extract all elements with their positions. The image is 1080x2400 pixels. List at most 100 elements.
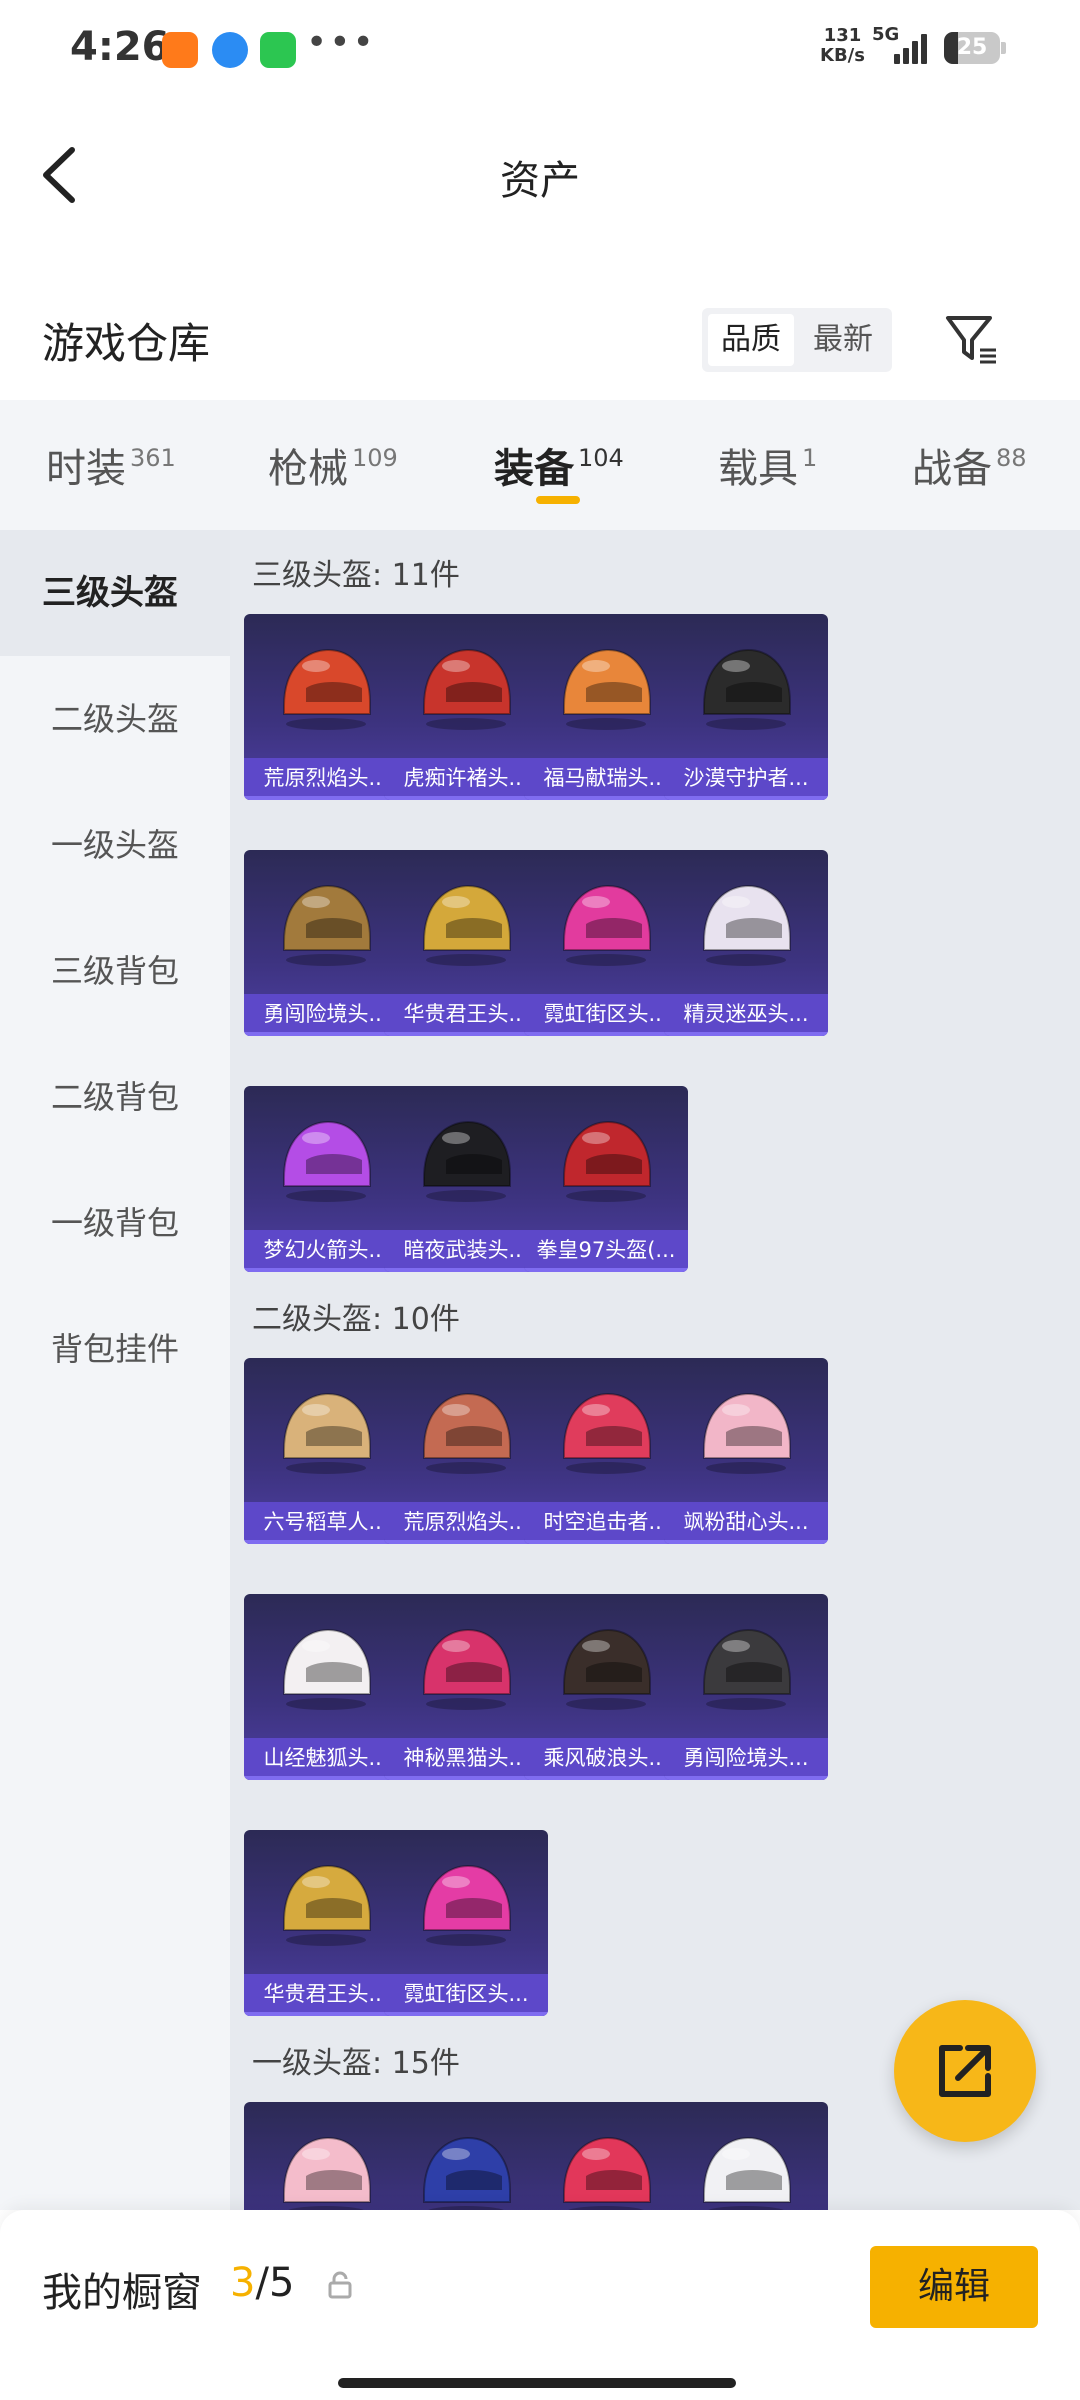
item-card[interactable]: 霓虹街区头... <box>384 1830 548 2016</box>
item-card[interactable] <box>664 2102 828 2210</box>
tab-equipment[interactable]: 装备 104 <box>494 436 624 494</box>
item-card-label: 霓虹街区头... <box>384 1974 548 2016</box>
item-card-label: 勇闯险境头... <box>664 1738 828 1780</box>
tab-label: 装备 <box>494 446 574 492</box>
network-speed-value: 131 <box>823 25 862 46</box>
item-card-accent <box>384 2012 548 2016</box>
item-card-label: 精灵迷巫头... <box>664 994 828 1036</box>
share-icon <box>939 2045 991 2097</box>
tab-count: 1 <box>802 444 818 472</box>
filter-button[interactable] <box>942 310 1002 370</box>
helmet-image <box>283 884 371 966</box>
share-button[interactable] <box>894 2000 1036 2142</box>
tab-label: 战备 <box>912 446 992 492</box>
item-card[interactable]: 精灵迷巫头... <box>664 850 828 1036</box>
item-card-label: 飒粉甜心头... <box>664 1502 828 1544</box>
item-card-accent <box>664 1540 828 1544</box>
warehouse-title: 游戏仓库 <box>42 319 211 368</box>
tab-label: 枪械 <box>268 446 348 492</box>
helmet-image <box>423 1864 511 1946</box>
item-card[interactable]: 勇闯险境头... <box>664 1594 828 1780</box>
helmet-image <box>703 1628 791 1710</box>
helmet-image <box>283 1392 371 1474</box>
showcase-count: 3/5 <box>230 2260 294 2306</box>
helmet-image <box>423 2136 511 2210</box>
helmet-image <box>423 884 511 966</box>
battery-text: 25 <box>956 35 988 60</box>
sort-toggle: 品质 最新 <box>702 308 892 372</box>
active-tab-indicator <box>536 496 580 504</box>
status-time: 4:26 <box>70 24 170 70</box>
showcase-count-current: 3 <box>230 2260 256 2306</box>
helmet-image <box>283 648 371 730</box>
item-card[interactable]: 沙漠守护者... <box>664 614 828 800</box>
warehouse-header: 游戏仓库 品质 最新 <box>0 280 1080 400</box>
helmet-image <box>283 2136 371 2210</box>
edit-showcase-button[interactable]: 编辑 <box>870 2246 1038 2328</box>
helmet-image <box>423 1392 511 1474</box>
helmet-image <box>283 1864 371 1946</box>
item-card-accent <box>664 796 828 800</box>
helmet-image <box>283 1120 371 1202</box>
sort-newest-button[interactable]: 最新 <box>800 314 886 366</box>
tab-count: 104 <box>578 444 624 472</box>
helmet-image <box>423 648 511 730</box>
section-title-level3-helmet: 三级头盔: 11件 <box>252 558 460 593</box>
helmet-image <box>703 884 791 966</box>
tab-count: 361 <box>130 444 176 472</box>
tab-label: 载具 <box>718 446 798 492</box>
category-tabs: 时装 361 枪械 109 装备 104 载具 1 战备 88 <box>0 400 1080 530</box>
sidebar-item-level1-helmet[interactable]: 一级头盔 <box>0 782 230 908</box>
helmet-image <box>563 2136 651 2210</box>
item-card-label: 拳皇97头盔(... <box>524 1230 688 1272</box>
page-title: 资产 <box>500 158 580 204</box>
section-title-level2-helmet: 二级头盔: 10件 <box>252 1302 460 1337</box>
showcase-count-total: 5 <box>268 2260 295 2306</box>
showcase-count-separator: / <box>255 2260 269 2306</box>
tab-firearms[interactable]: 枪械 109 <box>268 436 398 494</box>
sidebar-item-level3-helmet[interactable]: 三级头盔 <box>0 530 230 656</box>
filter-icon <box>946 316 996 364</box>
home-indicator[interactable] <box>338 2378 736 2388</box>
helmet-image <box>423 1120 511 1202</box>
app-header: 资产 <box>0 100 1080 250</box>
taobao-notification-icon <box>162 32 198 68</box>
helmet-image <box>703 1392 791 1474</box>
helmet-image <box>563 1628 651 1710</box>
item-card-accent <box>524 1268 688 1272</box>
sidebar: 三级头盔 二级头盔 一级头盔 三级背包 二级背包 一级背包 背包挂件 <box>0 530 230 2210</box>
battery-icon: 25 <box>944 32 1006 64</box>
sidebar-item-level1-backpack[interactable]: 一级背包 <box>0 1160 230 1286</box>
message-notification-icon <box>260 32 296 68</box>
helmet-image <box>563 1392 651 1474</box>
helmet-image <box>563 884 651 966</box>
item-card-accent <box>664 1032 828 1036</box>
network-speed: 131 KB/s <box>820 26 865 66</box>
tab-fashion[interactable]: 时装 361 <box>46 436 176 494</box>
tab-label: 时装 <box>46 446 126 492</box>
browser-notification-icon <box>212 32 248 68</box>
helmet-image <box>283 1628 371 1710</box>
sidebar-item-level3-backpack[interactable]: 三级背包 <box>0 908 230 1034</box>
sidebar-item-level2-backpack[interactable]: 二级背包 <box>0 1034 230 1160</box>
helmet-image <box>423 1628 511 1710</box>
helmet-image <box>563 648 651 730</box>
showcase-label: 我的橱窗 <box>42 2270 202 2316</box>
section-title-level1-helmet: 一级头盔: 15件 <box>252 2046 460 2081</box>
sidebar-item-level2-helmet[interactable]: 二级头盔 <box>0 656 230 782</box>
tab-vehicles[interactable]: 载具 1 <box>718 436 817 494</box>
status-bar: 4:26 ••• 131 KB/s 5G 25 <box>0 0 1080 100</box>
item-card-label: 沙漠守护者... <box>664 758 828 800</box>
tab-count: 88 <box>996 444 1027 472</box>
sidebar-item-backpack-charm[interactable]: 背包挂件 <box>0 1286 230 1412</box>
helmet-image <box>703 648 791 730</box>
tab-count: 109 <box>352 444 398 472</box>
more-notifications-icon: ••• <box>306 22 376 63</box>
helmet-image <box>703 2136 791 2210</box>
sort-quality-button[interactable]: 品质 <box>708 314 794 366</box>
item-card[interactable]: 拳皇97头盔(... <box>524 1086 688 1272</box>
showcase-bar: 我的橱窗 3/5 编辑 <box>0 2210 1080 2400</box>
lock-icon <box>328 2271 352 2299</box>
tab-gear[interactable]: 战备 88 <box>912 436 1027 494</box>
item-card[interactable]: 飒粉甜心头... <box>664 1358 828 1544</box>
